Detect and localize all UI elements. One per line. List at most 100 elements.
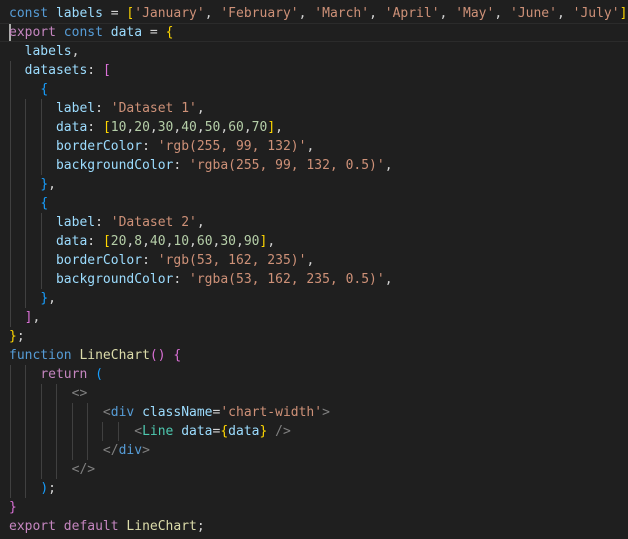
code-line[interactable]: { <box>9 194 48 213</box>
function-name: LineChart <box>126 519 197 534</box>
punctuation: ; <box>196 519 205 534</box>
identifier: datasets <box>24 63 88 78</box>
code-line[interactable]: ); <box>9 479 56 498</box>
punctuation: , <box>556 6 573 21</box>
keyword: const <box>63 25 103 40</box>
punctuation <box>9 291 40 306</box>
punctuation: , <box>189 234 197 249</box>
punctuation: : <box>142 253 158 268</box>
punctuation <box>9 215 56 230</box>
punctuation: , <box>48 291 56 306</box>
string-literal: 'January' <box>134 6 205 21</box>
punctuation: , <box>204 6 221 21</box>
jsx-attribute: className <box>142 405 213 420</box>
jsx-tag-punctuation: < <box>102 405 111 420</box>
punctuation: , <box>196 101 205 116</box>
punctuation <box>267 424 275 439</box>
code-line[interactable]: data: [10,20,30,40,50,60,70], <box>9 118 283 137</box>
code-line[interactable]: export default LineChart; <box>9 517 205 536</box>
jsx-tag-punctuation: <> <box>71 386 88 401</box>
code-line[interactable]: { <box>9 80 48 99</box>
code-line[interactable]: }, <box>9 289 56 308</box>
code-line[interactable]: const labels = ['January', 'February', '… <box>9 4 628 23</box>
punctuation: , <box>149 120 158 135</box>
punctuation: : <box>87 234 103 249</box>
punctuation <box>9 101 56 116</box>
punctuation: = <box>102 6 127 21</box>
punctuation: : <box>87 120 103 135</box>
code-line[interactable]: export const data = { <box>9 23 173 42</box>
bracket: { <box>220 424 229 439</box>
punctuation <box>87 367 95 382</box>
code-line[interactable]: </div> <box>9 441 150 460</box>
code-line[interactable]: labels, <box>9 42 80 61</box>
control-keyword: export <box>9 25 56 40</box>
number-literal: 50 <box>204 120 221 135</box>
code-line[interactable]: }; <box>9 327 25 346</box>
punctuation <box>103 25 111 40</box>
punctuation: , <box>306 139 315 154</box>
code-line[interactable]: } <box>9 498 17 517</box>
code-line[interactable]: }, <box>9 175 56 194</box>
code-line[interactable]: <> <box>9 384 88 403</box>
string-literal: 'June' <box>510 6 557 21</box>
bracket: } <box>40 291 49 306</box>
number-literal: 10 <box>173 234 190 249</box>
keyword: function <box>9 348 72 363</box>
control-keyword: default <box>63 519 119 534</box>
punctuation: , <box>384 158 393 173</box>
jsx-component: Line <box>142 424 174 439</box>
code-line[interactable]: borderColor: 'rgb(255, 99, 132)', <box>9 137 314 156</box>
code-line[interactable]: borderColor: 'rgb(53, 162, 235)', <box>9 251 314 270</box>
code-line[interactable]: function LineChart() { <box>9 346 181 365</box>
number-literal: 40 <box>149 234 166 249</box>
identifier: backgroundColor <box>55 158 174 173</box>
identifier: data <box>55 234 88 249</box>
punctuation <box>9 234 56 249</box>
number-literal: 30 <box>157 120 174 135</box>
code-line[interactable]: backgroundColor: 'rgba(255, 99, 132, 0.5… <box>9 156 393 175</box>
punctuation <box>9 481 40 496</box>
string-literal: 'chart-width' <box>220 405 323 420</box>
string-literal: 'February' <box>220 6 299 21</box>
punctuation <box>9 405 103 420</box>
string-literal: 'April' <box>384 6 440 21</box>
code-line[interactable]: label: 'Dataset 2', <box>9 213 205 232</box>
string-literal: 'March' <box>314 6 370 21</box>
code-line[interactable]: datasets: [ <box>9 61 111 80</box>
identifier: label <box>55 101 96 116</box>
bracket: ] <box>267 120 276 135</box>
jsx-tag-name: div <box>118 443 143 458</box>
punctuation: : <box>87 63 103 78</box>
number-literal: 70 <box>251 120 268 135</box>
punctuation: : <box>95 215 111 230</box>
punctuation: , <box>48 177 56 192</box>
identifier: labels <box>24 44 72 59</box>
bracket: } <box>40 177 49 192</box>
identifier: data <box>55 120 88 135</box>
punctuation: , <box>32 310 41 325</box>
punctuation: : <box>173 158 190 173</box>
number-literal: 30 <box>220 234 237 249</box>
identifier: data <box>110 25 143 40</box>
code-line[interactable]: <div className='chart-width'> <box>9 403 330 422</box>
code-editor[interactable]: const labels = [ 'January', 'February', '… <box>0 0 628 539</box>
punctuation <box>9 120 56 135</box>
code-line[interactable]: backgroundColor: 'rgba(53, 162, 235, 0.5… <box>9 270 393 289</box>
code-line[interactable]: ], <box>9 308 41 327</box>
identifier: labels <box>55 6 103 21</box>
punctuation: , <box>196 120 205 135</box>
string-literal: 'rgba(53, 162, 235, 0.5)' <box>189 272 385 287</box>
string-literal: 'rgba(255, 99, 132, 0.5)' <box>189 158 385 173</box>
code-line[interactable]: </> <box>9 460 95 479</box>
code-line[interactable]: data: [20,8,40,10,60,30,90], <box>9 232 275 251</box>
punctuation <box>9 310 25 325</box>
code-line[interactable]: label: 'Dataset 1', <box>9 99 205 118</box>
punctuation <box>9 424 134 439</box>
bracket: [ <box>102 120 111 135</box>
punctuation: ; <box>48 481 56 496</box>
code-line[interactable]: <Line data={data} /> <box>9 422 291 441</box>
punctuation <box>9 196 40 211</box>
string-literal: 'Dataset 1' <box>110 101 197 116</box>
code-line[interactable]: return ( <box>9 365 103 384</box>
